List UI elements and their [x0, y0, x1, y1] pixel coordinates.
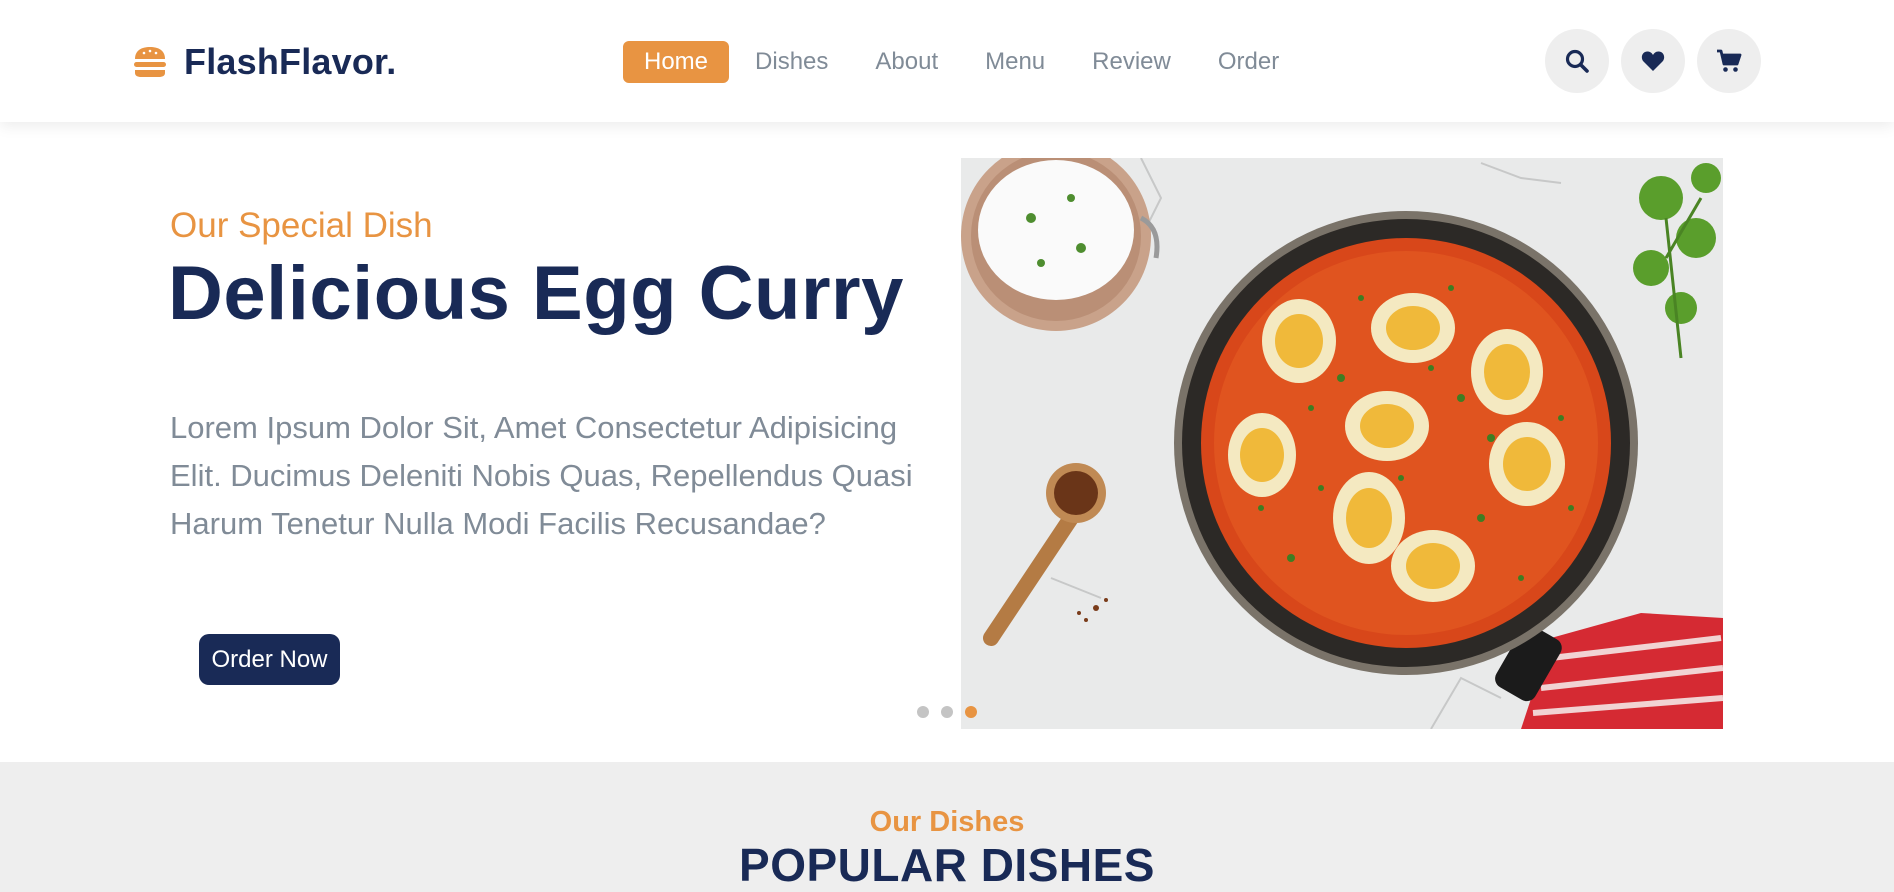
heart-icon — [1641, 51, 1665, 71]
nav-link-menu[interactable]: Menu — [964, 41, 1066, 83]
cart-icon — [1717, 49, 1742, 72]
main-nav: Home Dishes About Menu Review Order — [623, 41, 1305, 83]
header-icons — [1545, 29, 1761, 93]
nav-link-review[interactable]: Review — [1071, 41, 1192, 83]
nav-link-home[interactable]: Home — [623, 41, 730, 83]
search-icon — [1565, 49, 1589, 73]
brand-name: FlashFlavor. — [184, 41, 397, 82]
nav-link-dishes[interactable]: Dishes — [734, 41, 849, 83]
cart-button[interactable] — [1697, 29, 1761, 93]
nav-link-about[interactable]: About — [854, 41, 959, 83]
slider-dot-1[interactable] — [917, 706, 929, 718]
wishlist-button[interactable] — [1621, 29, 1685, 93]
section-subtitle: Our Dishes — [869, 806, 1025, 838]
nav-link-order[interactable]: Order — [1197, 41, 1300, 83]
hero-subtitle: Our Special Dish — [170, 206, 433, 245]
egg-curry-image — [961, 158, 1723, 729]
popular-dishes-section: Our Dishes POPULAR DISHES — [0, 762, 1894, 892]
order-now-button[interactable]: Order Now — [199, 634, 340, 685]
slider-dots — [917, 706, 977, 718]
brand-logo[interactable]: FlashFlavor. — [132, 40, 396, 84]
hero-description: Lorem Ipsum Dolor Sit, Amet Consectetur … — [170, 410, 913, 541]
slider-dot-3[interactable] — [965, 706, 977, 718]
hero-title: Delicious Egg Curry — [168, 251, 904, 336]
hero-slider: Our Special Dish Delicious Egg Curry Lor… — [0, 122, 1894, 762]
search-button[interactable] — [1545, 29, 1609, 93]
section-title: POPULAR DISHES — [739, 839, 1155, 891]
slider-dot-2[interactable] — [941, 706, 953, 718]
egg-curry-illustration — [961, 158, 1723, 729]
site-header: FlashFlavor. Home Dishes About Menu Revi… — [0, 0, 1894, 122]
hamburger-icon — [134, 47, 166, 77]
